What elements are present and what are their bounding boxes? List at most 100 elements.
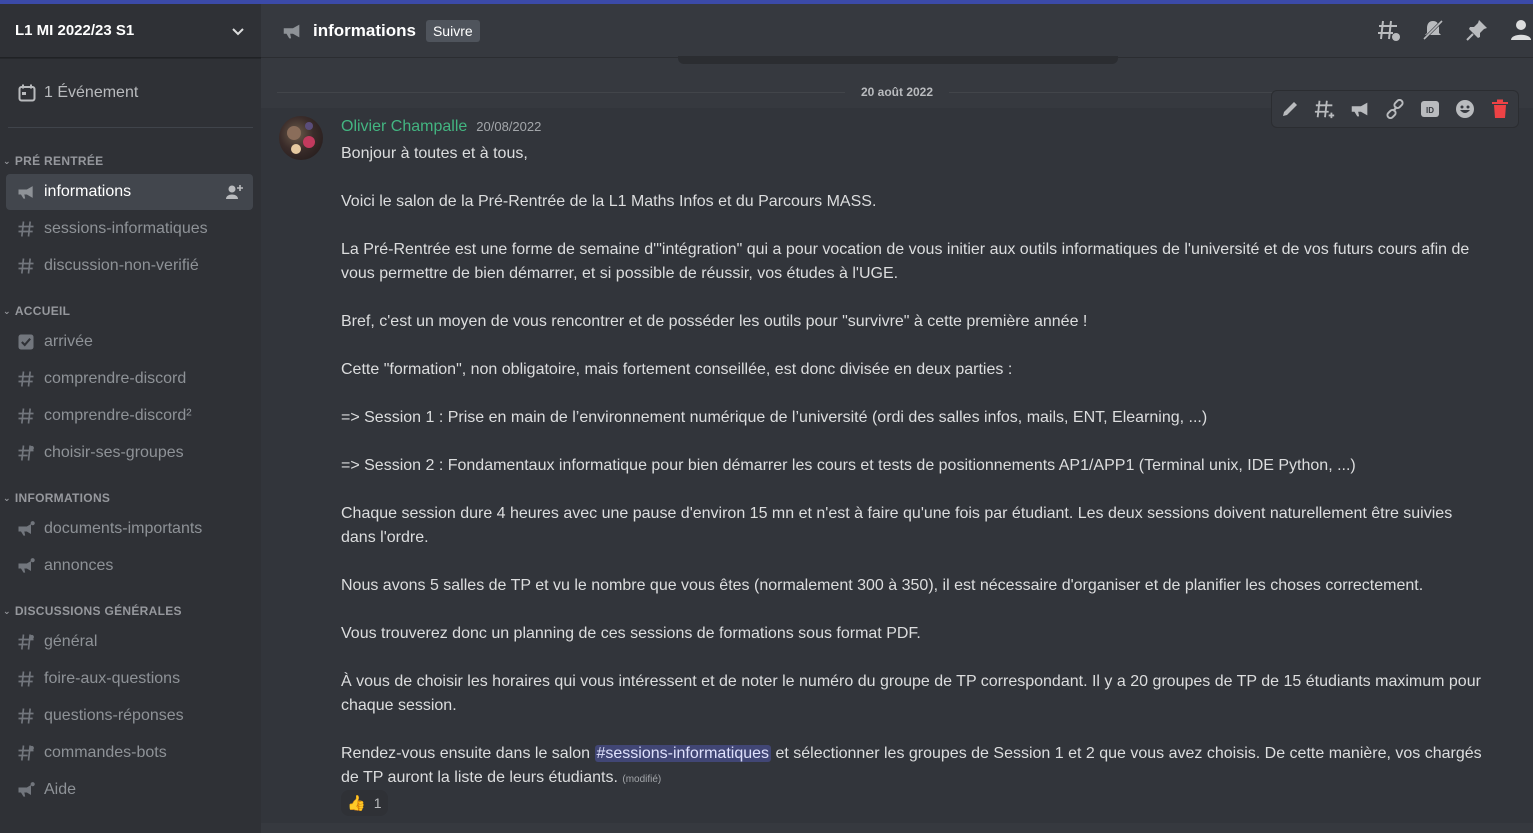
create-thread-icon[interactable] (1313, 97, 1337, 121)
channel-list: ⌄ PRÉ RENTRÉE informations sessions-informa… (0, 128, 261, 808)
message-paragraph: Bonjour à toutes et à tous, (341, 145, 528, 162)
channel-label: documents-importants (44, 520, 203, 537)
announcement-icon (283, 24, 300, 38)
channel-item[interactable]: choisir-ses-groupes (6, 435, 253, 471)
message-actions-toolbar: ID (1271, 90, 1519, 128)
main-panel: informations Suivre 20 août 2022 Olivier… (261, 4, 1533, 833)
channel-item[interactable]: arrivée (6, 324, 253, 360)
message-paragraph: Bref, c'est un moyen de vous rencontrer … (341, 313, 1088, 330)
publish-icon[interactable] (1348, 97, 1372, 121)
message-timestamp: 20/08/2022 (476, 119, 542, 134)
chevron-down-icon: ⌄ (3, 605, 11, 616)
avatar[interactable] (279, 116, 323, 160)
rules-icon (16, 332, 36, 352)
channel-mention[interactable]: #sessions-informatiques (594, 745, 772, 762)
channel-item[interactable]: Aide (6, 772, 253, 808)
author-name[interactable]: Olivier Champalle (341, 118, 467, 136)
add-reaction-icon[interactable] (1453, 97, 1477, 121)
channel-label: commandes-bots (44, 744, 167, 761)
follow-button[interactable]: Suivre (425, 19, 480, 42)
message[interactable]: Olivier Champalle 20/08/2022 Bonjour à t… (261, 108, 1533, 823)
channel-header: informations Suivre (261, 4, 1533, 58)
channel-item[interactable]: général (6, 624, 253, 660)
channel-item[interactable]: commandes-bots (6, 735, 253, 771)
channel-label: Aide (44, 781, 77, 798)
channel-item[interactable]: comprendre-discord² (6, 398, 253, 434)
channel-label: annonces (44, 557, 114, 574)
message-paragraph: Nous avons 5 salles de TP et vu le nombr… (341, 577, 1424, 594)
delete-icon[interactable] (1488, 97, 1512, 121)
hash-icon (16, 219, 36, 239)
announcement-icon (16, 182, 36, 202)
channel-label: comprendre-discord² (44, 407, 192, 424)
copy-id-icon[interactable]: ID (1418, 97, 1442, 121)
paragraph-text: Rendez-vous ensuite dans le salon (341, 745, 595, 762)
category-2[interactable]: ⌄ INFORMATIONS (0, 489, 261, 507)
hash-icon (16, 369, 36, 389)
category-0[interactable]: ⌄ PRÉ RENTRÉE (0, 152, 261, 170)
chevron-down-icon (232, 27, 244, 35)
channel-item[interactable]: sessions-informatiques (6, 211, 253, 247)
announcement-thread-icon (16, 556, 36, 576)
announcement-thread-icon (16, 519, 36, 539)
scroll-indicator (678, 56, 1118, 64)
edit-icon[interactable] (1278, 97, 1302, 121)
channel-sidebar: L1 MI 2022/23 S1 1 Événement ⌄ PRÉ RENTRÉ… (0, 4, 261, 833)
date-divider-label: 20 août 2022 (860, 85, 934, 99)
channel-item[interactable]: informations (6, 174, 253, 210)
channel-item[interactable]: questions-réponses (6, 698, 253, 734)
message-paragraph: Cette "formation", non obligatoire, mais… (341, 361, 1013, 378)
events-button[interactable]: 1 Événement (8, 58, 253, 128)
chevron-down-icon: ⌄ (3, 305, 11, 316)
channel-label: sessions-informatiques (44, 220, 208, 237)
pin-icon[interactable] (1465, 18, 1489, 42)
channel-label: discussion-non-verifié (44, 257, 199, 274)
message-paragraph: Vous trouverez donc un planning de ces s… (341, 625, 921, 642)
svg-text:ID: ID (1426, 106, 1434, 115)
header-toolbar (1377, 18, 1533, 42)
hash-icon (16, 706, 36, 726)
channel-label: arrivée (44, 333, 93, 350)
hash-icon (16, 669, 36, 689)
events-label: 1 Événement (44, 83, 139, 101)
channel-item[interactable]: discussion-non-verifié (6, 248, 253, 284)
chevron-down-icon: ⌄ (3, 492, 11, 503)
mute-notifications-icon[interactable] (1421, 18, 1445, 42)
channel-label: questions-réponses (44, 707, 184, 724)
add-member-icon[interactable] (225, 184, 243, 205)
message-paragraph: La Pré-Rentrée est une forme de semaine … (341, 241, 1470, 282)
channel-item[interactable]: comprendre-discord (6, 361, 253, 397)
message-paragraph: Chaque session dure 4 heures avec une pa… (341, 505, 1453, 546)
server-name: L1 MI 2022/23 S1 (15, 22, 135, 39)
hash-thread-icon (16, 743, 36, 763)
message-paragraph: => Session 2 : Fondamentaux informatique… (341, 457, 1356, 474)
category-1[interactable]: ⌄ ACCUEIL (0, 302, 261, 320)
hash-thread-icon (16, 443, 36, 463)
reaction-thumbs-up[interactable]: 👍 1 (341, 790, 388, 816)
member-list-icon[interactable] (1509, 18, 1533, 42)
calendar-icon (18, 84, 36, 101)
channel-item[interactable]: foire-aux-questions (6, 661, 253, 697)
channel-item[interactable]: annonces (6, 548, 253, 584)
message-header: Olivier Champalle 20/08/2022 (341, 118, 541, 136)
message-paragraph: => Session 1 : Prise en main de l’enviro… (341, 409, 1208, 426)
category-3[interactable]: ⌄ DISCUSSIONS GÉNÉRALES (0, 602, 261, 620)
category-label: INFORMATIONS (14, 491, 111, 505)
category-label: DISCUSSIONS GÉNÉRALES (14, 604, 182, 618)
message-paragraph: Voici le salon de la Pré-Rentrée de la L… (341, 193, 877, 210)
hash-icon (16, 256, 36, 276)
channel-label: comprendre-discord (44, 370, 187, 387)
category-label: ACCUEIL (14, 304, 71, 318)
copy-link-icon[interactable] (1383, 97, 1407, 121)
edited-label: (modifié) (622, 774, 662, 785)
threads-icon[interactable] (1377, 18, 1401, 42)
channel-label: foire-aux-questions (44, 670, 181, 687)
server-header[interactable]: L1 MI 2022/23 S1 (0, 4, 261, 58)
announcement-thread-icon (16, 780, 36, 800)
channel-label: informations (44, 183, 132, 200)
channel-label: général (44, 633, 98, 650)
channel-label: choisir-ses-groupes (44, 444, 184, 461)
message-paragraph-last: Rendez-vous ensuite dans le salon #sessi… (341, 742, 1486, 792)
channel-item[interactable]: documents-importants (6, 511, 253, 547)
message-content: Bonjour à toutes et à tous, Voici le salo… (341, 142, 1486, 792)
